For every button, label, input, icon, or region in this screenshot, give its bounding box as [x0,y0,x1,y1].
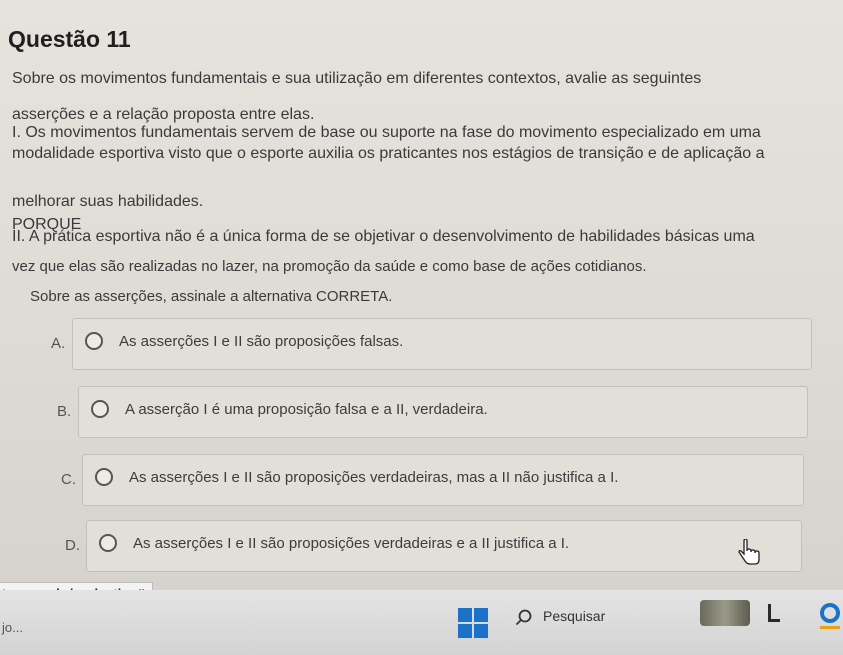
option-d-radio[interactable] [99,534,117,552]
windows-start-icon[interactable] [458,608,488,638]
browser-ring-icon[interactable] [818,602,842,632]
question-line-7: II. A prática esportiva não é a única fo… [12,228,755,245]
option-d-text: As asserções I e II são proposições verd… [133,535,570,552]
option-a-text: As asserções I e II são proposições fals… [119,333,404,350]
option-c-text: As asserções I e II são proposições verd… [129,469,619,486]
option-c-radio[interactable] [95,468,113,486]
option-c-letter: C. [61,471,76,488]
option-d-letter: D. [65,537,80,554]
hand-cursor-icon [738,539,760,565]
option-b-text: A asserção I é uma proposição falsa e a … [125,401,488,418]
question-line-9: Sobre as asserções, assinale a alternati… [30,288,393,305]
option-d[interactable]: D. As asserções I e II são proposições v… [65,520,802,572]
taskbar-left-text[interactable]: jo... [2,620,23,635]
news-widget-thumbnail[interactable] [700,600,750,626]
question-line-3: I. Os movimentos fundamentais servem de … [12,124,761,141]
option-a[interactable]: A. As asserções I e II são proposições f… [51,318,812,370]
option-a-radio[interactable] [85,332,103,350]
search-label[interactable]: Pesquisar [543,608,605,624]
question-title: Questão 11 [8,26,131,52]
taskbar: jo... Pesquisar [0,590,843,655]
app-icon[interactable] [766,604,782,624]
question-line-1: Sobre os movimentos fundamentais e sua u… [12,70,702,87]
option-b-radio[interactable] [91,400,109,418]
option-b-letter: B. [57,403,72,420]
question-line-5: melhorar suas habilidades. [12,193,204,210]
question-line-4: modalidade esportiva visto que o esporte… [12,145,765,162]
question-line-8: vez que elas são realizadas no lazer, na… [12,258,647,275]
option-a-letter: A. [51,335,66,352]
option-c[interactable]: C. As asserções I e II são proposições v… [61,454,804,506]
option-b[interactable]: B. A asserção I é uma proposição falsa e… [57,386,808,438]
page: Questão 11 Sobre os movimentos fundament… [0,0,843,590]
search-icon[interactable] [515,609,533,627]
